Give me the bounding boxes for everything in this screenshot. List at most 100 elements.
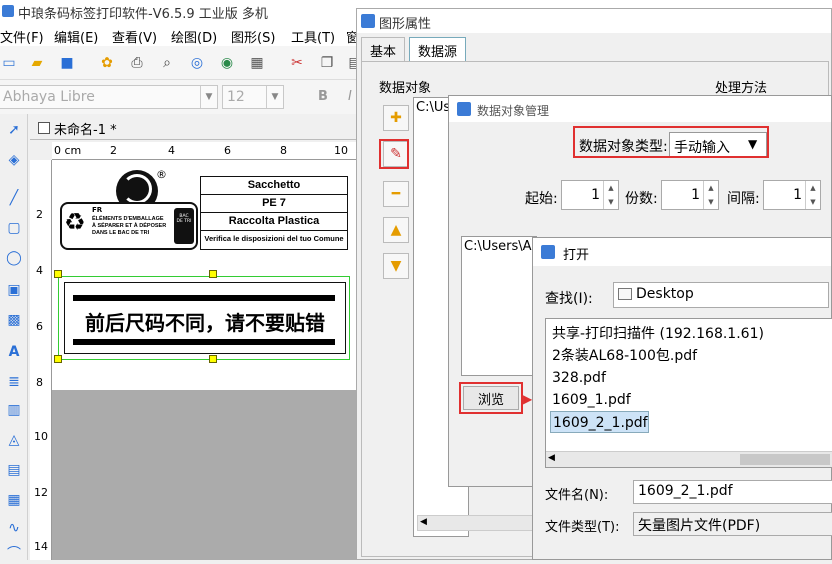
filetype-select[interactable]: 矢量图片文件(PDF) (633, 512, 832, 536)
vertical-ruler: 2 4 6 8 10 12 14 (30, 160, 52, 560)
spin-arrows-icon[interactable]: ▲ ▼ (603, 181, 618, 209)
picture-icon[interactable]: ▩ (4, 310, 24, 330)
ellipse-icon[interactable]: ◯ (4, 248, 24, 268)
interval-spinner[interactable]: 1 ▲ ▼ (763, 180, 821, 210)
scroll-thumb[interactable] (740, 454, 830, 465)
remove-button[interactable]: ━ (383, 181, 409, 207)
menu-view[interactable]: 查看(V) (112, 27, 157, 46)
scroll-left-icon[interactable]: ◀ (420, 517, 427, 527)
dialog-titlebar: 数据对象管理 (449, 96, 831, 122)
filename-value: 1609_2_1.pdf (638, 483, 733, 499)
copy-icon[interactable]: ❐ (318, 54, 336, 72)
ruler-mark: 4 (168, 144, 175, 157)
document-tab-bar: 未命名-1 * (30, 116, 356, 140)
save-icon[interactable]: ■ (58, 54, 76, 72)
lookin-select[interactable]: Desktop (613, 282, 829, 308)
document-tab[interactable]: 未命名-1 * (36, 119, 117, 138)
triman-logo[interactable]: ♻ FR ÉLÉMENTS D'EMBALLAGE À SÉPARER ET À… (60, 202, 198, 250)
menu-shape[interactable]: 图形(S) (231, 27, 275, 46)
spin-arrows-icon[interactable]: ▲ ▼ (703, 181, 718, 209)
app-title: 中琅条码标签打印软件-V6.5.9 工业版 多机 (18, 7, 268, 22)
start-spinner[interactable]: 1 ▲ ▼ (561, 180, 619, 210)
file-item[interactable]: 2条装AL68-100包.pdf (550, 345, 697, 367)
add-button[interactable]: ✚ (383, 105, 409, 131)
edit-button-highlight (379, 139, 409, 169)
filename-input[interactable]: 1609_2_1.pdf (633, 480, 832, 504)
type-select-highlight (573, 126, 769, 158)
resize-handle[interactable] (209, 270, 217, 278)
bold-button[interactable]: B (318, 89, 328, 104)
triman-text: ÉLÉMENTS D'EMBALLAGE À SÉPARER ET À DÉPO… (92, 216, 167, 236)
print-icon[interactable]: ⎙ (128, 54, 146, 72)
rotate-icon[interactable]: ◈ (4, 150, 24, 170)
horizontal-ruler: 0 cm 2 4 6 8 10 (52, 142, 356, 160)
curve-icon[interactable]: ∿ (4, 518, 24, 538)
browse-button-highlight (459, 382, 523, 414)
preview-icon[interactable]: ⌕ (158, 54, 176, 72)
arc-icon[interactable]: ⌒ (4, 544, 24, 564)
list-icon[interactable]: ▤ (4, 460, 24, 480)
banner-bar-bottom (73, 339, 335, 345)
database-icon[interactable]: ◎ (188, 54, 206, 72)
menu-file[interactable]: 文件(F) (0, 27, 44, 46)
dialog-icon (541, 245, 555, 259)
font-size-value: 12 (227, 89, 245, 105)
menu-draw[interactable]: 绘图(D) (171, 27, 217, 46)
menu-tools[interactable]: 工具(T) (291, 27, 335, 46)
tab-datasource[interactable]: 数据源 (409, 37, 467, 61)
ruler-mark: 0 cm (54, 144, 82, 157)
table-cell-pe: PE 7 (201, 195, 347, 213)
pointer-icon[interactable]: ➚ (4, 120, 24, 140)
start-value: 1 (591, 187, 600, 203)
file-item[interactable]: 共享-打印扫描件 (192.168.1.61) (550, 323, 764, 345)
lookin-label: 查找(I): (545, 291, 593, 307)
text-icon[interactable]: A (4, 342, 24, 362)
file-item-selected[interactable]: 1609_2_1.pdf (550, 411, 649, 433)
spin-arrows-icon[interactable]: ▲ ▼ (805, 181, 820, 209)
resize-handle[interactable] (54, 270, 62, 278)
arrow-right-icon: ▶ (523, 392, 533, 406)
ruler-mark: 4 (36, 264, 43, 277)
open-folder-icon[interactable]: ▰ (28, 54, 46, 72)
shape-icon[interactable]: ◬ (4, 430, 24, 450)
tab-basic[interactable]: 基本 (361, 37, 406, 61)
qrcode-icon[interactable]: ▦ (4, 490, 24, 510)
ruler-mark: 2 (36, 208, 43, 221)
line-icon[interactable]: ╱ (4, 188, 24, 208)
barcode-icon[interactable]: ▥ (4, 400, 24, 420)
file-item[interactable]: 1609_1.pdf (550, 389, 631, 411)
lookin-value: Desktop (636, 286, 694, 302)
table-cell-raccolta: Raccolta Plastica (201, 213, 347, 231)
label-paper[interactable]: ® ♻ FR ÉLÉMENTS D'EMBALLAGE À SÉPARER ET… (52, 160, 356, 390)
settings-icon[interactable]: ✿ (98, 54, 116, 72)
triman-figure-icon: ♻ (64, 208, 86, 236)
left-tool-palette: ➚ ◈ ╱ ▢ ◯ ▣ ▩ A ≣ ▥ ◬ ▤ ▦ ∿ ⌒ (0, 114, 28, 562)
info-table[interactable]: Sacchetto PE 7 Raccolta Plastica Verific… (200, 176, 348, 250)
resize-handle[interactable] (209, 355, 217, 363)
rectangle-icon[interactable]: ▢ (4, 218, 24, 238)
scroll-left-icon[interactable]: ◀ (548, 453, 555, 463)
file-list[interactable]: 共享-打印扫描件 (192.168.1.61) 2条装AL68-100包.pdf… (545, 318, 832, 468)
table-cell-sacchetto: Sacchetto (201, 177, 347, 195)
db-settings-icon[interactable]: ◉ (218, 54, 236, 72)
italic-button[interactable]: I (348, 89, 352, 104)
grid-icon[interactable]: ▦ (248, 54, 266, 72)
copies-spinner[interactable]: 1 ▲ ▼ (661, 180, 719, 210)
menu-edit[interactable]: 编辑(E) (54, 27, 98, 46)
image-icon[interactable]: ▣ (4, 280, 24, 300)
chevron-down-icon: ▼ (200, 86, 217, 108)
resize-handle[interactable] (54, 355, 62, 363)
new-icon[interactable]: ▭ (0, 54, 18, 72)
file-list-scrollbar[interactable]: ◀ (546, 451, 832, 467)
font-size-combo[interactable]: 12 ▼ (222, 85, 284, 109)
rich-text-icon[interactable]: ≣ (4, 372, 24, 392)
move-up-button[interactable]: ▲ (383, 217, 409, 243)
banner-frame[interactable]: 前后尺码不同，请不要贴错 (64, 282, 346, 354)
font-family-combo[interactable]: Abhaya Libre ▼ (0, 85, 218, 109)
cut-icon[interactable]: ✂ (288, 54, 306, 72)
file-item[interactable]: 328.pdf (550, 367, 606, 389)
dialog-titlebar: 图形属性 (357, 9, 831, 33)
move-down-button[interactable]: ▼ (383, 253, 409, 279)
ruler-mark: 8 (280, 144, 287, 157)
file-path-box[interactable]: C:\Users\A (461, 236, 537, 376)
